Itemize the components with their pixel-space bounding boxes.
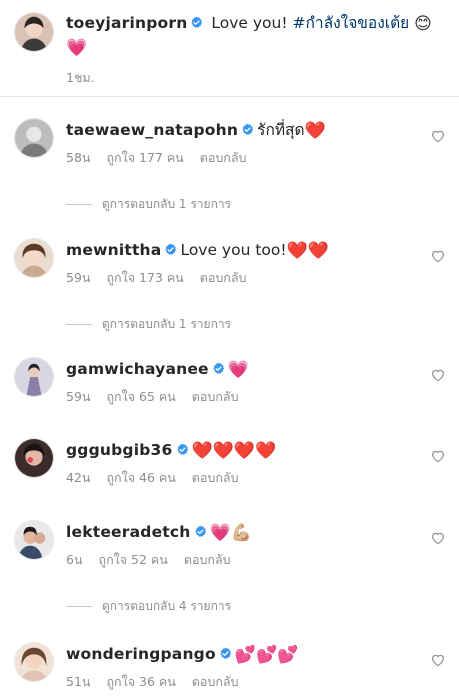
- comment-time: 58น: [66, 150, 91, 165]
- comment-time: 42น: [66, 470, 91, 485]
- reply-button[interactable]: ตอบกลับ: [192, 674, 239, 689]
- comment-time: 59น: [66, 389, 91, 404]
- comment-text: mewnittha Love you too!❤️❤️: [66, 238, 329, 263]
- comment-likes[interactable]: ถูกใจ 65 คน: [106, 389, 175, 404]
- view-replies-label: ดูการตอบกลับ 4 รายการ: [102, 599, 232, 613]
- view-replies-label: ดูการตอบกลับ 1 รายการ: [102, 197, 232, 211]
- view-replies-label: ดูการตอบกลับ 1 รายการ: [102, 317, 232, 331]
- verified-badge-icon: [241, 123, 254, 136]
- comment-likes[interactable]: ถูกใจ 173 คน: [106, 270, 183, 285]
- verified-badge-icon: [219, 647, 232, 660]
- comment-emoji: 💕💕💕: [234, 645, 299, 665]
- heart-outline-icon[interactable]: [430, 128, 446, 144]
- comment-emoji: 💗💪🏼: [209, 523, 252, 543]
- reply-button[interactable]: ตอบกลับ: [192, 470, 239, 485]
- comments-screen: toeyjarinporn Love you! #กำลังใจของเต้ย …: [0, 0, 459, 696]
- comment-meta: 6น ถูกใจ 52 คน ตอบกลับ: [66, 550, 247, 570]
- caption-time: 1ชม.: [66, 70, 95, 85]
- comment-meta: 59น ถูกใจ 173 คน ตอบกลับ: [66, 268, 262, 288]
- avatar[interactable]: [14, 642, 54, 682]
- comment-text: gamwichayanee 💗: [66, 357, 249, 382]
- comment-text: gggubgib36 ❤️❤️❤️❤️: [66, 438, 276, 463]
- comment-meta: 42น ถูกใจ 46 คน ตอบกลับ: [66, 468, 255, 488]
- comment-emoji: ❤️: [304, 121, 326, 141]
- comment-time: 59น: [66, 270, 91, 285]
- view-replies-button[interactable]: ดูการตอบกลับ 4 รายการ: [66, 597, 231, 616]
- heart-outline-icon[interactable]: [430, 530, 446, 546]
- view-replies-button[interactable]: ดูการตอบกลับ 1 รายการ: [66, 195, 231, 214]
- comment-username[interactable]: gamwichayanee: [66, 360, 209, 378]
- comment-meta: 59น ถูกใจ 65 คน ตอบกลับ: [66, 387, 255, 407]
- comment-emoji: ❤️❤️❤️❤️: [191, 441, 277, 461]
- avatar[interactable]: [14, 238, 54, 278]
- view-replies-button[interactable]: ดูการตอบกลับ 1 รายการ: [66, 315, 231, 334]
- divider: [0, 96, 459, 97]
- caption-text: toeyjarinporn Love you! #กำลังใจของเต้ย …: [66, 12, 441, 60]
- verified-badge-icon: [176, 443, 189, 456]
- reply-button[interactable]: ตอบกลับ: [200, 150, 247, 165]
- comment-username[interactable]: lekteeradetch: [66, 523, 191, 541]
- comment-username[interactable]: mewnittha: [66, 241, 161, 259]
- replies-dash: [66, 324, 92, 325]
- comment-meta: 51น ถูกใจ 36 คน ตอบกลับ: [66, 672, 255, 692]
- comment-username[interactable]: gggubgib36: [66, 441, 173, 459]
- comment-meta: 58น ถูกใจ 177 คน ตอบกลับ: [66, 148, 262, 168]
- reply-button[interactable]: ตอบกลับ: [200, 270, 247, 285]
- comment-text: wonderingpango 💕💕💕: [66, 642, 298, 667]
- reply-button[interactable]: ตอบกลับ: [192, 389, 239, 404]
- comment-likes[interactable]: ถูกใจ 52 คน: [99, 552, 168, 567]
- avatar[interactable]: [14, 12, 54, 52]
- comment-text: lekteeradetch 💗💪🏼: [66, 520, 252, 545]
- verified-badge-icon: [194, 525, 207, 538]
- comment-likes[interactable]: ถูกใจ 46 คน: [106, 470, 175, 485]
- comment-username[interactable]: wonderingpango: [66, 645, 216, 663]
- comment-emoji: 💗: [227, 360, 249, 380]
- heart-outline-icon[interactable]: [430, 448, 446, 464]
- heart-outline-icon[interactable]: [430, 367, 446, 383]
- avatar[interactable]: [14, 118, 54, 158]
- heart-outline-icon[interactable]: [430, 652, 446, 668]
- replies-dash: [66, 204, 92, 205]
- verified-badge-icon: [212, 362, 225, 375]
- caption-hashtag[interactable]: #กำลังใจของเต้ย: [293, 14, 410, 32]
- avatar[interactable]: [14, 357, 54, 397]
- comment-username[interactable]: taewaew_natapohn: [66, 121, 238, 139]
- caption-username[interactable]: toeyjarinporn: [66, 14, 187, 32]
- comment-likes[interactable]: ถูกใจ 36 คน: [106, 674, 175, 689]
- verified-badge-icon: [190, 16, 203, 29]
- avatar[interactable]: [14, 438, 54, 478]
- comment-time: 51น: [66, 674, 91, 689]
- comment-likes[interactable]: ถูกใจ 177 คน: [106, 150, 183, 165]
- comment-message: รักที่สุด: [257, 121, 305, 139]
- comment-emoji: ❤️❤️: [286, 241, 329, 261]
- heart-outline-icon[interactable]: [430, 248, 446, 264]
- comment-message: Love you too!: [180, 241, 287, 259]
- avatar[interactable]: [14, 520, 54, 560]
- caption-message: Love you!: [211, 14, 293, 32]
- comment-text: taewaew_natapohn รักที่สุด❤️: [66, 118, 326, 143]
- reply-button[interactable]: ตอบกลับ: [184, 552, 231, 567]
- verified-badge-icon: [164, 243, 177, 256]
- comment-time: 6น: [66, 552, 83, 567]
- replies-dash: [66, 606, 92, 607]
